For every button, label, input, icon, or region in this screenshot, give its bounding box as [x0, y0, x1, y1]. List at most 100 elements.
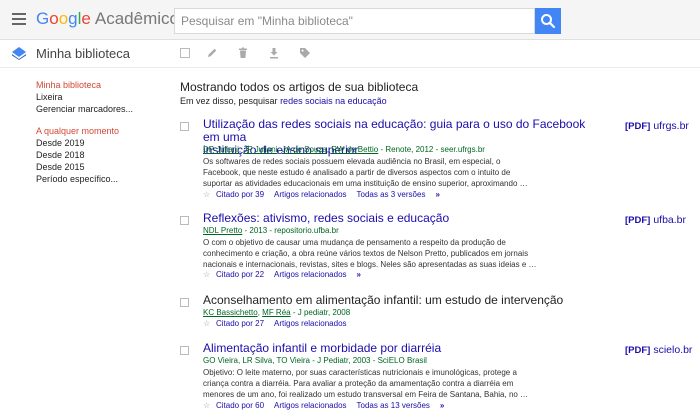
- author-link[interactable]: MF Réa: [262, 308, 290, 317]
- search-button[interactable]: [535, 8, 561, 34]
- result-checkbox[interactable]: [180, 216, 189, 225]
- result-actions: ☆ Citado por 39 Artigos relacionados Todas …: [203, 190, 440, 200]
- result-snippet: Os softwares de redes sociais possuem el…: [203, 156, 598, 189]
- logo-letter: e: [81, 9, 91, 28]
- logo-google: Google: [36, 9, 91, 28]
- pdf-host: scielo.br: [653, 344, 693, 356]
- cited-by-link[interactable]: Citado por 27: [216, 319, 264, 328]
- cite-quote-icon[interactable]: ☆: [203, 270, 212, 280]
- more-options-icon[interactable]: »: [435, 190, 439, 199]
- result-title-link[interactable]: Reflexões: ativismo, redes sociais e edu…: [203, 212, 598, 225]
- search-input[interactable]: [174, 8, 535, 34]
- pdf-link[interactable]: [PDF] scielo.br: [625, 344, 692, 356]
- logo-letter: o: [58, 9, 69, 28]
- library-toolbar: Minha biblioteca: [0, 40, 700, 68]
- author-link[interactable]: JA de Souza: [282, 145, 327, 154]
- related-articles-link[interactable]: Artigos relacionados: [274, 319, 346, 328]
- hamburger-menu-icon[interactable]: [12, 13, 26, 25]
- pdf-host: ufrgs.br: [653, 120, 689, 132]
- cite-quote-icon[interactable]: ☆: [203, 401, 212, 411]
- google-scholar-logo[interactable]: Google Acadêmico: [36, 9, 179, 29]
- snippet-line: O com o objetivo de causar uma mudança d…: [203, 238, 506, 247]
- delete-trash-icon[interactable]: [236, 46, 250, 60]
- result-checkbox[interactable]: [180, 346, 189, 355]
- author-link[interactable]: KC Bassichetto: [203, 308, 258, 317]
- result-source: - Renote, 2012 - seer.ufrgs.br: [378, 145, 485, 154]
- result-title: Aconselhamento em alimentação infantil: …: [203, 293, 564, 307]
- pdf-host: ufba.br: [653, 214, 687, 226]
- snippet-line: conhecimento e criação, a obra reúne vár…: [203, 249, 529, 258]
- related-articles-link[interactable]: Artigos relacionados: [274, 190, 346, 199]
- result-item: Aconselhamento em alimentação infantil: …: [180, 294, 695, 332]
- pdf-tag: [PDF]: [625, 215, 651, 226]
- sidebar-time-heading[interactable]: A qualquer momento: [36, 125, 166, 137]
- result-snippet: O com o objetivo de causar uma mudança d…: [203, 237, 598, 270]
- cited-by-link[interactable]: Citado por 60: [216, 401, 264, 410]
- author-link[interactable]: JP Juliani: [243, 145, 277, 154]
- result-checkbox[interactable]: [180, 298, 189, 307]
- snippet-line: criança contra a diarréia. Para avaliar …: [203, 379, 514, 388]
- result-title-link[interactable]: Alimentação infantil e morbidade por dia…: [203, 342, 598, 355]
- sidebar-item-manage-labels[interactable]: Gerenciar marcadores...: [36, 103, 166, 115]
- all-versions-link[interactable]: Todas as 13 versões: [357, 401, 430, 410]
- search-instead-link[interactable]: redes sociais na educação: [280, 96, 387, 106]
- result-authors: NDL Pretto - 2013 - repositorio.ufba.br: [203, 226, 339, 236]
- sidebar-item-custom-range[interactable]: Período específico...: [36, 173, 166, 185]
- author-link[interactable]: DP Juliani: [203, 145, 239, 154]
- cited-by-link[interactable]: Citado por 22: [216, 270, 264, 279]
- more-options-icon[interactable]: »: [357, 270, 361, 279]
- export-download-icon[interactable]: [267, 46, 281, 60]
- result-checkbox[interactable]: [180, 122, 189, 131]
- cite-quote-icon[interactable]: ☆: [203, 319, 212, 329]
- result-snippet: Objetivo: O leite materno, por suas cara…: [203, 367, 598, 400]
- results-header: Mostrando todos os artigos de sua biblio…: [180, 80, 695, 107]
- logo-letter: G: [36, 9, 50, 28]
- select-all-checkbox[interactable]: [180, 48, 190, 58]
- search-icon: [541, 14, 556, 29]
- showing-all-text: Mostrando todos os artigos de sua biblio…: [180, 80, 419, 94]
- top-bar: Google Acadêmico: [0, 0, 700, 40]
- related-articles-link[interactable]: Artigos relacionados: [274, 270, 346, 279]
- result-authors: KC Bassichetto, MF Réa - J pediatr, 2008: [203, 308, 351, 317]
- result-source: - J pediatr, 2008: [290, 308, 351, 317]
- sidebar-item-since-2019[interactable]: Desde 2019: [36, 137, 166, 149]
- pdf-link[interactable]: [PDF] ufrgs.br: [625, 120, 689, 132]
- sidebar-item-trash[interactable]: Lixeira: [36, 91, 166, 103]
- snippet-line: Objetivo: O leite materno, por suas cara…: [203, 368, 517, 377]
- result-source: - 2013 - repositorio.ufba.br: [242, 226, 339, 235]
- sidebar-item-since-2018[interactable]: Desde 2018: [36, 149, 166, 161]
- library-icon: [12, 47, 26, 60]
- author-link[interactable]: RW de Bettio: [331, 145, 378, 154]
- pdf-tag: [PDF]: [625, 121, 651, 132]
- sidebar-item-since-2015[interactable]: Desde 2015: [36, 161, 166, 173]
- result-title-line: Utilização das redes sociais na educação…: [203, 117, 586, 144]
- sidebar: Minha biblioteca Lixeira Gerenciar marca…: [36, 79, 166, 185]
- related-articles-link[interactable]: Artigos relacionados: [274, 401, 346, 410]
- more-options-icon[interactable]: »: [440, 401, 444, 410]
- result-item: Utilização das redes sociais na educação…: [180, 118, 695, 200]
- pdf-link[interactable]: [PDF] ufba.br: [625, 214, 686, 226]
- search-instead-prefix: Em vez disso, pesquisar: [180, 96, 278, 106]
- snippet-line: Os softwares de redes sociais possuem el…: [203, 157, 501, 166]
- library-title: Minha biblioteca: [36, 46, 130, 61]
- result-authors: GO Vieira, LR Silva, TO Vieira - J Pedia…: [203, 356, 427, 365]
- cite-quote-icon[interactable]: ☆: [203, 190, 212, 200]
- snippet-line: suportar as atividades educacionais em u…: [203, 179, 528, 188]
- snippet-line: menores de um ano, foi realizado um estu…: [203, 390, 529, 399]
- logo-letter: o: [49, 9, 59, 28]
- result-actions: ☆ Citado por 27 Artigos relacionados: [203, 319, 357, 329]
- result-item: Reflexões: ativismo, redes sociais e edu…: [180, 212, 695, 282]
- result-item: Alimentação infantil e morbidade por dia…: [180, 342, 695, 418]
- snippet-line: Facebook, que neste estudo é analisado a…: [203, 168, 511, 177]
- cited-by-link[interactable]: Citado por 39: [216, 190, 264, 199]
- sidebar-item-my-library[interactable]: Minha biblioteca: [36, 79, 166, 91]
- edit-pencil-icon[interactable]: [205, 46, 219, 60]
- result-authors: DP Juliani, JP Juliani, JA de Souza, RW …: [203, 145, 485, 154]
- logo-product: Acadêmico: [94, 9, 179, 28]
- result-actions: ☆ Citado por 60 Artigos relacionados Todas …: [203, 401, 444, 411]
- label-tag-icon[interactable]: [298, 46, 312, 60]
- pdf-tag: [PDF]: [625, 345, 651, 356]
- all-versions-link[interactable]: Todas as 3 versões: [357, 190, 426, 199]
- logo-letter: g: [68, 9, 78, 28]
- author-link[interactable]: NDL Pretto: [203, 226, 242, 235]
